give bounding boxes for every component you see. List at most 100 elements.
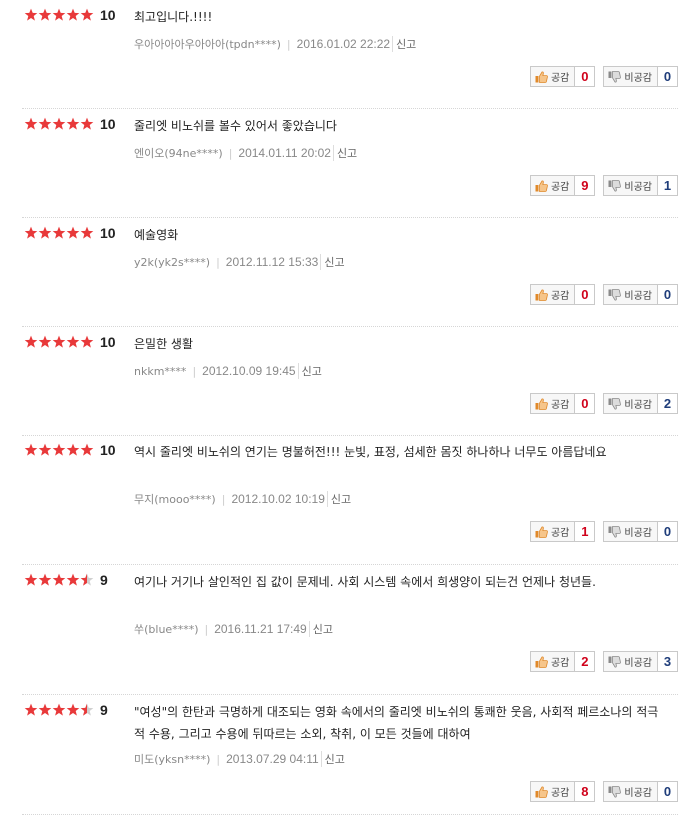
star-icon	[80, 335, 94, 348]
vote-controls: 공감 8 비공감 0	[529, 781, 678, 802]
thumbs-up-icon	[535, 656, 551, 668]
dislike-count: 0	[658, 521, 678, 542]
review-item: 10 예술영화 y2k(yk2s****) | 2012.11.12 15:33…	[22, 225, 678, 327]
dislike-label: 비공감	[624, 658, 652, 669]
report-link[interactable]: 신고	[297, 363, 322, 379]
like-label: 공감	[550, 182, 570, 193]
dislike-button[interactable]: 비공감	[603, 521, 658, 542]
star-icon	[66, 443, 80, 456]
dislike-label: 비공감	[624, 291, 652, 302]
star-rating	[24, 117, 94, 131]
star-icon	[24, 335, 38, 348]
vote-controls: 공감 0 비공감 2	[529, 393, 678, 414]
author-name[interactable]: 무지(mooo****)	[134, 491, 216, 507]
review-meta: 무지(mooo****) | 2012.10.02 10:19 신고	[134, 491, 351, 507]
review-item: 9 "여성"의 한탄과 극명하게 대조되는 영화 속에서의 줄리엣 비노쉬의 통…	[22, 702, 678, 815]
review-date: 2014.01.11 20:02	[238, 146, 331, 160]
report-link[interactable]: 신고	[332, 145, 357, 161]
dislike-count: 0	[658, 781, 678, 802]
rating-score: 9	[100, 702, 108, 718]
like-button[interactable]: 공감	[529, 781, 576, 802]
like-button[interactable]: 공감	[529, 393, 576, 414]
review-meta: 우아아아아우아아아(tpdn****) | 2016.01.02 22:22 신…	[134, 36, 416, 52]
dislike-count: 0	[658, 284, 678, 305]
like-label: 공감	[550, 400, 570, 411]
author-name[interactable]: 엔이오(94ne****)	[134, 145, 223, 161]
star-icon	[52, 8, 66, 21]
dislike-button[interactable]: 비공감	[603, 284, 658, 305]
star-icon	[24, 8, 38, 21]
rating-score: 10	[100, 116, 116, 132]
dislike-label: 비공감	[624, 400, 652, 411]
rating-score: 9	[100, 572, 108, 588]
like-label: 공감	[550, 528, 570, 539]
like-button[interactable]: 공감	[529, 651, 576, 672]
star-icon	[52, 703, 66, 716]
thumbs-down-icon	[608, 785, 624, 798]
star-icon	[80, 573, 94, 586]
review-meta: nkkm**** | 2012.10.09 19:45 신고	[134, 363, 322, 379]
rating-score: 10	[100, 225, 116, 241]
star-icon	[52, 117, 66, 130]
thumbs-down-icon	[608, 397, 624, 410]
review-date: 2012.11.12 15:33	[225, 255, 319, 269]
review-date: 2013.07.29 04:11	[226, 752, 319, 766]
star-icon	[52, 443, 66, 456]
review-text: 역시 줄리엣 비노쉬의 연기는 명불허전!!! 눈빛, 표정, 섬세한 몸짓 하…	[134, 445, 607, 459]
review-text: "여성"의 한탄과 극명하게 대조되는 영화 속에서의 줄리엣 비노쉬의 통쾌한…	[134, 705, 659, 741]
review-date: 2012.10.02 10:19	[231, 492, 325, 506]
dislike-button[interactable]: 비공감	[603, 66, 658, 87]
report-link[interactable]: 신고	[392, 36, 416, 52]
like-button[interactable]: 공감	[529, 175, 576, 196]
report-link[interactable]: 신고	[326, 491, 351, 507]
dislike-button[interactable]: 비공감	[603, 781, 658, 802]
like-count: 0	[575, 393, 596, 414]
author-name[interactable]: 우아아아아우아아아(tpdn****)	[134, 36, 281, 52]
thumbs-up-icon	[535, 398, 551, 410]
report-link[interactable]: 신고	[308, 621, 333, 637]
like-button[interactable]: 공감	[529, 284, 576, 305]
author-name[interactable]: 미도(yksn****)	[134, 751, 210, 767]
report-link[interactable]: 신고	[320, 751, 345, 767]
author-name[interactable]: nkkm****	[134, 365, 186, 378]
divider: |	[216, 752, 221, 766]
report-link[interactable]: 신고	[320, 254, 345, 270]
star-rating	[24, 703, 94, 717]
divider: |	[192, 364, 197, 378]
star-rating	[24, 226, 94, 240]
dislike-button[interactable]: 비공감	[603, 393, 658, 414]
like-button[interactable]: 공감	[529, 66, 576, 87]
review-text: 줄리엣 비노쉬를 볼수 있어서 좋았습니다	[134, 119, 337, 133]
review-text: 은밀한 생활	[134, 337, 194, 351]
star-rating	[24, 443, 94, 457]
review-item: 1 0 역시 줄리엣 비노쉬의 연기는 명불허전!!! 눈빛, 표정, 섬세한 몸…	[22, 442, 678, 565]
review-meta: 쑤(blue****) | 2016.11.21 17:49 신고	[134, 621, 333, 637]
author-name[interactable]: y2k(yk2s****)	[134, 256, 210, 269]
like-count: 1	[575, 521, 596, 542]
like-count: 9	[575, 175, 596, 196]
dislike-label: 비공감	[624, 528, 652, 539]
star-icon	[38, 117, 52, 130]
like-label: 공감	[550, 73, 570, 84]
like-label: 공감	[550, 788, 570, 799]
like-button[interactable]: 공감	[529, 521, 576, 542]
review-meta: 미도(yksn****) | 2013.07.29 04:11 신고	[134, 751, 345, 767]
star-icon	[24, 573, 38, 586]
dislike-button[interactable]: 비공감	[603, 651, 658, 672]
star-icon	[52, 573, 66, 586]
star-icon	[66, 8, 80, 21]
thumbs-up-icon	[535, 180, 551, 192]
rating-score: 10	[100, 7, 116, 23]
star-icon	[80, 117, 94, 130]
vote-controls: 공감 0 비공감 0	[529, 66, 678, 87]
star-rating	[24, 335, 94, 349]
dislike-button[interactable]: 비공감	[603, 175, 658, 196]
star-icon	[66, 226, 80, 239]
like-count: 8	[575, 781, 596, 802]
star-icon	[24, 703, 38, 716]
star-icon	[80, 8, 94, 21]
star-rating	[24, 573, 94, 587]
star-icon	[66, 117, 80, 130]
author-name[interactable]: 쑤(blue****)	[134, 621, 198, 637]
review-item: 10 최고입니다.!!!! 우아아아아우아아아(tpdn****) | 2016…	[22, 7, 678, 109]
